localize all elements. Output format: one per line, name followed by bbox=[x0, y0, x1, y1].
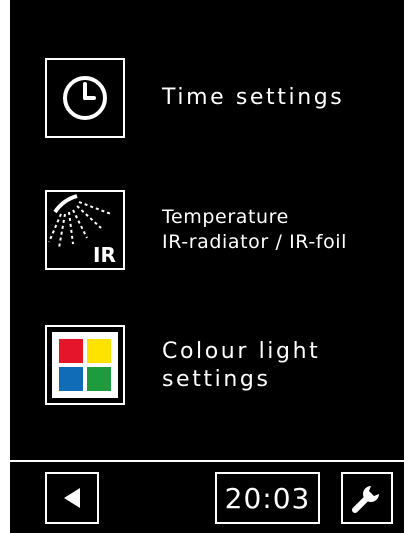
temperature-label-line2: IR-radiator / IR-foil bbox=[162, 231, 348, 253]
back-arrow-icon bbox=[64, 488, 80, 508]
ir-badge: IR bbox=[93, 243, 116, 267]
menu-item-time-settings[interactable]: Time settings bbox=[45, 57, 395, 139]
colour-light-label: Colour light settings bbox=[162, 338, 320, 394]
temperature-label-line1: Temperature bbox=[162, 206, 289, 228]
colour-light-label-line2: settings bbox=[162, 367, 271, 392]
clock-icon bbox=[63, 76, 107, 120]
temperature-ir-label: Temperature IR-radiator / IR-foil bbox=[162, 205, 347, 255]
ir-radiator-icon: IR bbox=[48, 194, 116, 267]
blue-swatch bbox=[59, 367, 83, 391]
time-settings-icon-box[interactable] bbox=[45, 58, 125, 138]
footer-divider bbox=[10, 460, 404, 462]
menu-item-temperature-ir[interactable]: IR Temperature IR-radiator / IR-foil bbox=[45, 189, 395, 271]
colour-light-label-line1: Colour light bbox=[162, 339, 321, 364]
temperature-ir-icon-box[interactable]: IR bbox=[45, 190, 125, 270]
clock-display[interactable]: 20:03 bbox=[215, 472, 320, 524]
colour-light-icon bbox=[52, 332, 118, 398]
yellow-swatch bbox=[87, 339, 111, 363]
back-button[interactable] bbox=[45, 472, 99, 524]
time-settings-label: Time settings bbox=[162, 85, 345, 110]
clock-time: 20:03 bbox=[224, 481, 311, 515]
settings-button[interactable] bbox=[341, 472, 393, 524]
wrench-icon bbox=[352, 486, 379, 513]
control-panel-screen: Time settings IR Temperature IR-radiator… bbox=[10, 0, 404, 533]
green-swatch bbox=[87, 367, 111, 391]
red-swatch bbox=[59, 339, 83, 363]
menu-item-colour-light[interactable]: Colour light settings bbox=[45, 324, 395, 406]
colour-light-icon-box[interactable] bbox=[45, 325, 125, 405]
